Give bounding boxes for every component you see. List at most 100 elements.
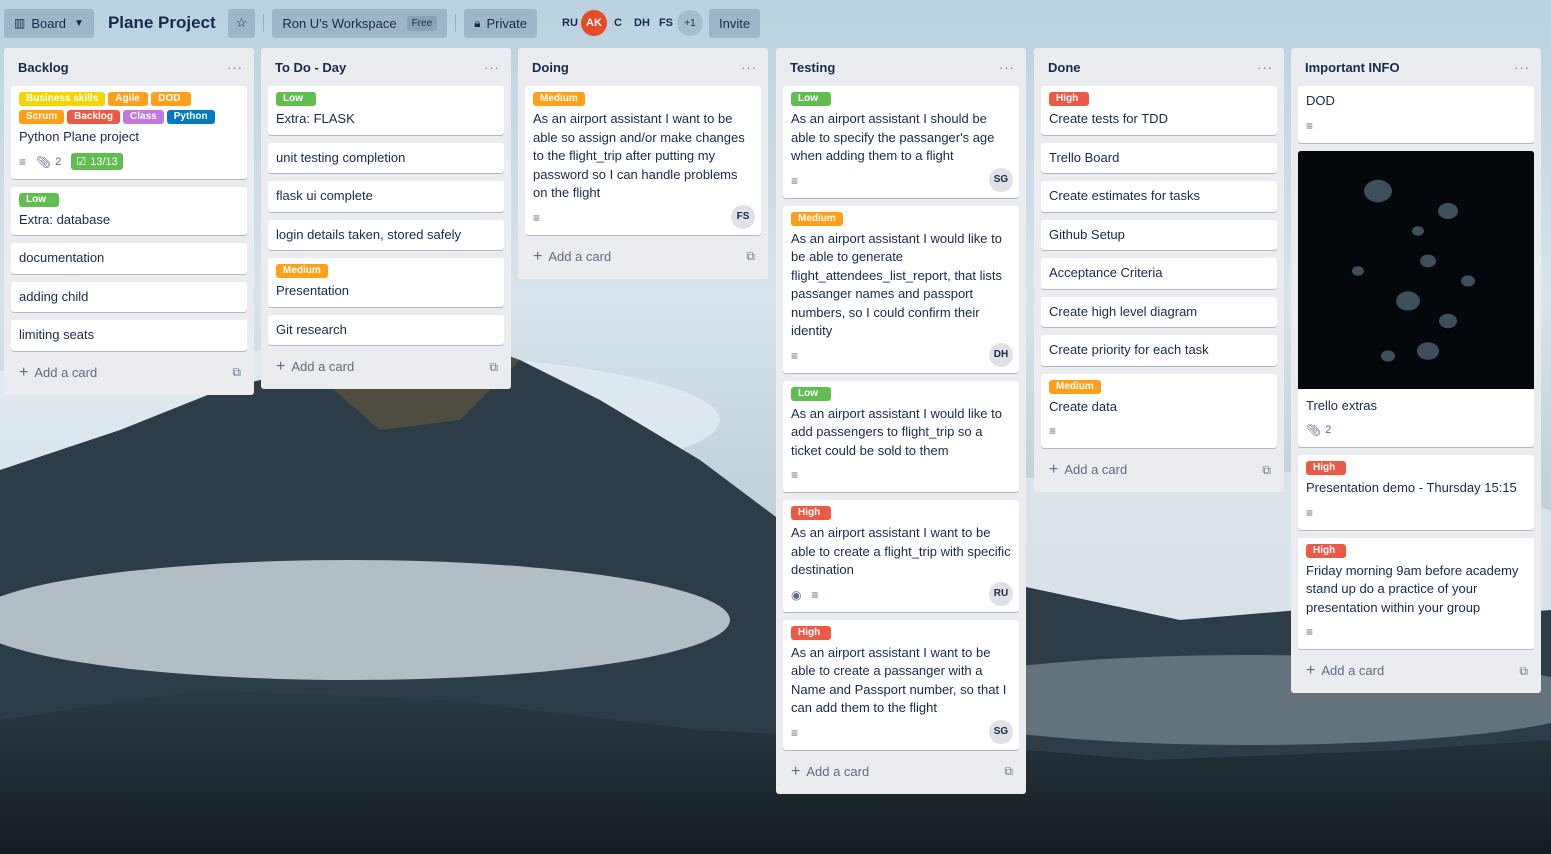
card-list: High Create tests for TDD Trello Board Crea… bbox=[1041, 86, 1277, 448]
card[interactable]: DOD ≡ bbox=[1298, 86, 1534, 143]
list-title[interactable]: Important INFO bbox=[1305, 60, 1400, 75]
card-template-icon[interactable]: ⧉ bbox=[232, 365, 241, 380]
card[interactable]: Acceptance Criteria bbox=[1041, 258, 1277, 289]
card[interactable]: High As an airport assistant I want to be… bbox=[783, 619, 1019, 750]
list-menu-icon[interactable]: ··· bbox=[227, 60, 243, 75]
avatar[interactable]: FS bbox=[653, 10, 679, 36]
card[interactable]: Medium As an airport assistant I want to … bbox=[525, 86, 761, 235]
card[interactable]: High As an airport assistant I want to be… bbox=[783, 500, 1019, 612]
list-title[interactable]: Testing bbox=[790, 60, 835, 75]
card-label[interactable]: Python bbox=[166, 110, 215, 124]
list-title[interactable]: To Do - Day bbox=[275, 60, 346, 75]
card-template-icon[interactable]: ⧉ bbox=[489, 360, 498, 375]
card-label[interactable]: High bbox=[1306, 461, 1346, 475]
card[interactable]: Medium Create data ≡ bbox=[1041, 373, 1277, 448]
card-template-icon[interactable]: ⧉ bbox=[746, 249, 755, 264]
add-card-button[interactable]: + Add a card ⧉ bbox=[525, 243, 761, 271]
card-template-icon[interactable]: ⧉ bbox=[1519, 664, 1528, 679]
card[interactable]: flask ui complete bbox=[268, 181, 504, 212]
card[interactable]: Create estimates for tasks bbox=[1041, 181, 1277, 212]
add-card-button[interactable]: + Add a card ⧉ bbox=[1298, 657, 1534, 685]
card-label[interactable]: Low bbox=[276, 92, 316, 106]
card-label[interactable]: Backlog bbox=[67, 110, 121, 124]
card-label[interactable]: High bbox=[791, 625, 831, 640]
card[interactable]: Create high level diagram bbox=[1041, 296, 1277, 327]
card-label[interactable]: Low bbox=[19, 192, 59, 207]
card-label[interactable]: Class bbox=[123, 110, 164, 124]
card[interactable]: Low Extra: database bbox=[11, 186, 247, 235]
card[interactable]: Github Setup bbox=[1041, 219, 1277, 250]
add-card-button[interactable]: + Add a card ⧉ bbox=[268, 353, 504, 381]
list-menu-icon[interactable]: ··· bbox=[1257, 60, 1273, 75]
card-label[interactable]: Medium bbox=[533, 92, 585, 106]
more-members-button[interactable]: +1 bbox=[676, 10, 703, 36]
card[interactable]: unit testing completion bbox=[268, 142, 504, 173]
card-label[interactable]: Medium bbox=[1049, 379, 1101, 394]
card[interactable]: limiting seats bbox=[11, 320, 247, 351]
add-card-label: Add a card bbox=[291, 359, 355, 374]
avatar[interactable]: DH bbox=[629, 10, 655, 36]
list-header: Testing ··· bbox=[783, 48, 1019, 86]
card[interactable]: Low As an airport assistant I should be a… bbox=[783, 86, 1019, 198]
visibility-button[interactable]: 🔒︎ Private bbox=[464, 8, 537, 38]
card[interactable]: Medium Presentation bbox=[268, 258, 504, 307]
add-card-button[interactable]: + Add a card ⧉ bbox=[11, 359, 247, 387]
card-member-avatar[interactable]: SG bbox=[989, 719, 1013, 744]
plus-icon: + bbox=[19, 363, 29, 381]
list-to-do-day: To Do - Day ··· Low Extra: FLASK unit test… bbox=[261, 48, 511, 389]
card-title: Trello Board bbox=[1049, 149, 1120, 165]
list-menu-icon[interactable]: ··· bbox=[999, 60, 1015, 75]
workspace-button[interactable]: Ron U's Workspace Free bbox=[272, 8, 448, 38]
list-title[interactable]: Doing bbox=[532, 60, 569, 75]
card[interactable]: Trello Board bbox=[1041, 142, 1277, 173]
card-label[interactable]: Medium bbox=[791, 211, 843, 226]
card[interactable]: Git research bbox=[268, 314, 504, 345]
card-label[interactable]: High bbox=[1049, 92, 1089, 106]
card[interactable]: High Presentation demo - Thursday 15:15 ≡ bbox=[1298, 455, 1534, 530]
card-template-icon[interactable]: ⧉ bbox=[1262, 463, 1271, 478]
list-menu-icon[interactable]: ··· bbox=[484, 60, 500, 75]
card-label[interactable]: Agile bbox=[108, 92, 149, 106]
board-view-switcher[interactable]: ▥ Board ▼ bbox=[4, 8, 94, 38]
card-label[interactable]: Scrum bbox=[19, 110, 65, 124]
card[interactable]: Low As an airport assistant I would like … bbox=[783, 380, 1019, 492]
list-title[interactable]: Done bbox=[1048, 60, 1081, 75]
add-card-button[interactable]: + Add a card ⧉ bbox=[783, 758, 1019, 786]
card[interactable]: Trello extras 📎︎ 2 bbox=[1298, 150, 1534, 447]
avatar[interactable]: RU bbox=[557, 10, 583, 36]
card-title: Acceptance Criteria bbox=[1049, 265, 1163, 280]
card[interactable]: Business skills Agile DOD Scrum Backlog Class… bbox=[11, 86, 247, 179]
card[interactable]: High Create tests for TDD bbox=[1041, 86, 1277, 135]
card-label[interactable]: Business skills bbox=[19, 92, 106, 106]
card[interactable]: login details taken, stored safely bbox=[268, 219, 504, 250]
list-menu-icon[interactable]: ··· bbox=[741, 60, 757, 75]
list-menu-icon[interactable]: ··· bbox=[1514, 60, 1530, 75]
card[interactable]: Create priority for each task bbox=[1041, 335, 1277, 366]
card[interactable]: documentation bbox=[11, 243, 247, 274]
board-title[interactable]: Plane Project bbox=[100, 13, 228, 33]
card-badges: ◉ ≡ bbox=[791, 584, 1011, 606]
card-template-icon[interactable]: ⧉ bbox=[1004, 764, 1013, 779]
avatar[interactable]: C bbox=[605, 10, 631, 36]
star-button[interactable]: ☆ bbox=[227, 8, 256, 38]
card-label[interactable]: High bbox=[791, 506, 831, 520]
card-title: unit testing completion bbox=[276, 149, 406, 165]
card-label[interactable]: High bbox=[1306, 543, 1346, 558]
card[interactable]: adding child bbox=[11, 281, 247, 312]
card-member-avatar[interactable]: DH bbox=[989, 342, 1013, 367]
avatar[interactable]: AK bbox=[580, 10, 607, 36]
invite-button[interactable]: Invite bbox=[708, 8, 761, 38]
list-title[interactable]: Backlog bbox=[18, 60, 69, 75]
card-label[interactable]: Medium bbox=[276, 264, 328, 278]
add-card-label: Add a card bbox=[806, 763, 870, 779]
card-member-avatar[interactable]: FS bbox=[731, 204, 755, 229]
card[interactable]: Medium As an airport assistant I would li… bbox=[783, 205, 1019, 373]
card[interactable]: Low Extra: FLASK bbox=[268, 86, 504, 135]
card[interactable]: High Friday morning 9am before academy st… bbox=[1298, 537, 1534, 649]
card-member-avatar[interactable]: RU bbox=[989, 581, 1013, 606]
card-label[interactable]: Low bbox=[791, 386, 831, 401]
card-label[interactable]: Low bbox=[791, 92, 831, 106]
card-member-avatar[interactable]: SG bbox=[989, 167, 1013, 192]
card-label[interactable]: DOD bbox=[151, 92, 192, 106]
add-card-button[interactable]: + Add a card ⧉ bbox=[1041, 456, 1277, 484]
